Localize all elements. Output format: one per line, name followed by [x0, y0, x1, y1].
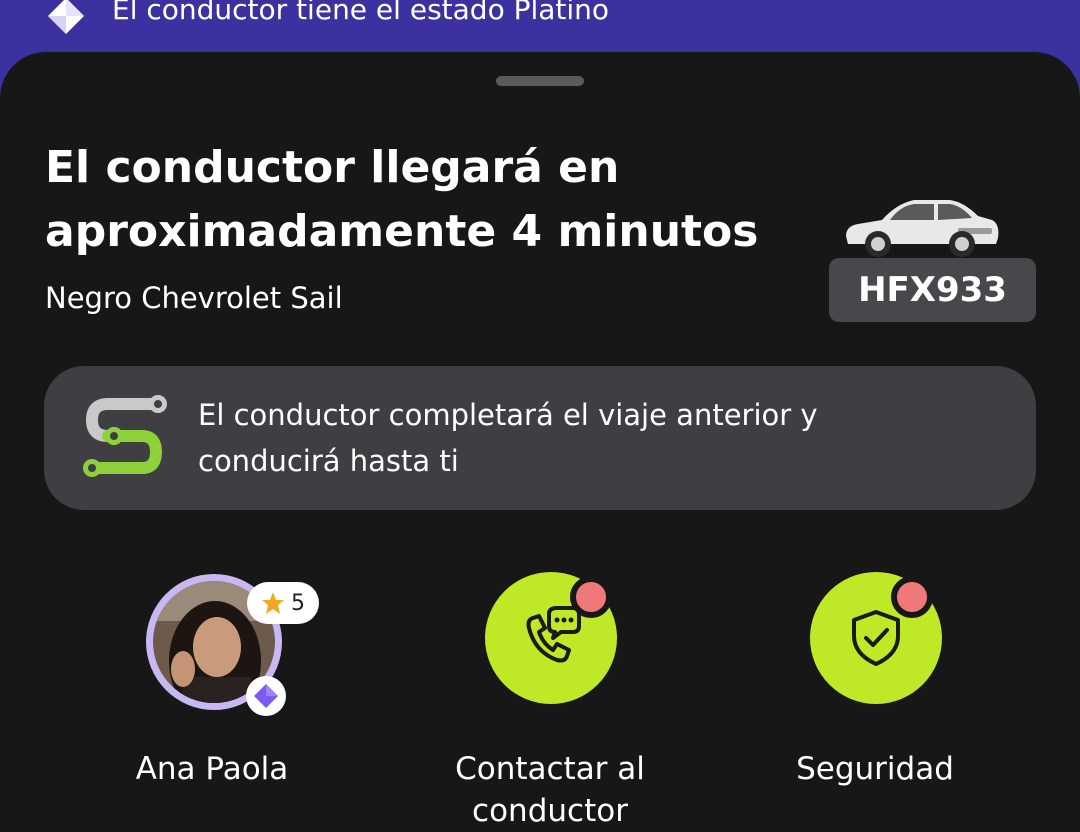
notification-dot: [570, 576, 612, 618]
rating-badge: 5: [247, 582, 319, 624]
driver-profile[interactable]: 5 Ana Paola: [136, 572, 406, 832]
car-icon: [846, 200, 999, 257]
bottom-sheet: El conductor llegará en aproximadamente …: [0, 52, 1080, 832]
banner-text: El conductor tiene el estado Platino: [112, 0, 610, 26]
route-icon: [83, 395, 167, 477]
notification-dot: [891, 576, 933, 618]
diamond-icon: [48, 0, 84, 34]
safety-button[interactable]: Seguridad: [745, 572, 1005, 832]
contact-label: Contactar al conductor: [455, 751, 645, 829]
notice-text: El conductor completará el viaje anterio…: [198, 398, 818, 478]
diamond-icon: [254, 684, 278, 708]
safety-label: Seguridad: [796, 751, 954, 787]
info-card: El conductor completará el viaje anterio…: [44, 366, 1036, 510]
shield-check-icon: [852, 610, 900, 666]
star-icon: [262, 592, 284, 614]
vehicle-description: Negro Chevrolet Sail: [45, 281, 343, 315]
contact-driver-button[interactable]: Contactar al conductor: [420, 572, 680, 832]
eta-title: El conductor llegará en aproximadamente …: [45, 142, 759, 257]
driver-name: Ana Paola: [135, 751, 289, 787]
tier-badge: [246, 676, 286, 716]
license-plate: HFX933: [829, 258, 1036, 322]
rating-value: 5: [291, 590, 305, 616]
drag-handle[interactable]: [496, 76, 584, 86]
